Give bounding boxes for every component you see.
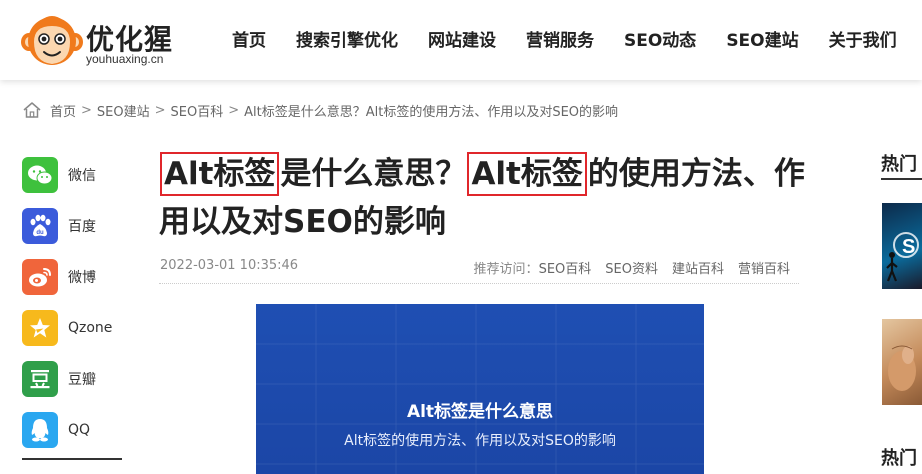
svg-text:S: S (902, 236, 915, 258)
share-label: 微博 (68, 269, 96, 286)
tag-link[interactable]: 营销百科 (738, 258, 790, 277)
wechat-icon (22, 156, 58, 193)
nav-web-build[interactable]: 网站建设 (428, 28, 496, 54)
nav-marketing[interactable]: 营销服务 (526, 28, 594, 54)
feature-subtitle: Alt标签的使用方法、作用以及对SEO的影响 (344, 433, 616, 449)
weibo-icon (22, 258, 58, 295)
monkey-logo-icon (21, 16, 83, 65)
hand-image (888, 345, 916, 391)
hot-article-thumbnail[interactable]: S (882, 203, 922, 289)
nav-about[interactable]: 关于我们 (829, 28, 897, 54)
share-label: 微信 (68, 167, 96, 184)
share-qq[interactable]: QQ (22, 404, 122, 455)
title-highlight-alt-tag: Alt标签 (467, 152, 587, 196)
nav-home[interactable]: 首页 (232, 28, 266, 54)
nav-seo-news[interactable]: SEO动态 (624, 28, 696, 54)
nav-seo-site[interactable]: SEO建站 (726, 28, 798, 54)
tag-link[interactable]: SEO百科 (539, 258, 592, 277)
recommend-label: 推荐访问： (473, 262, 539, 277)
site-logo[interactable]: 优化猩 youhuaxing.cn (20, 12, 180, 70)
recommend-tags: 推荐访问： SEO百科 SEO资料 建站百科 营销百科 (474, 258, 790, 277)
breadcrumb-home[interactable]: 首页 (50, 101, 76, 120)
hot-section-title: 热门 (881, 448, 917, 469)
main-nav: 首页 搜索引擎优化 网站建设 营销服务 SEO动态 SEO建站 关于我们 (232, 28, 922, 54)
logo-text-en: youhuaxing.cn (86, 52, 164, 66)
divider (22, 458, 122, 460)
share-sidebar: 微信 du 百度 微博 Qzone 豆瓣 QQ (22, 149, 122, 455)
share-label: 豆瓣 (68, 371, 96, 388)
share-label: Qzone (68, 319, 113, 336)
baidu-icon: du (22, 207, 58, 244)
home-icon (23, 102, 41, 118)
hot-section-title: 热门 (881, 154, 917, 175)
feature-title: Alt标签是什么意思 (406, 402, 554, 422)
hot-article-thumbnail[interactable] (882, 319, 922, 405)
article-meta: 2022-03-01 10:35:46 推荐访问： SEO百科 SEO资料 建站… (159, 258, 799, 284)
breadcrumb-separator: > (81, 102, 92, 118)
publish-date: 2022-03-01 10:35:46 (160, 258, 299, 273)
svg-text:du: du (36, 230, 44, 236)
qq-icon (22, 411, 58, 448)
divider (881, 178, 922, 180)
share-weibo[interactable]: 微博 (22, 251, 122, 302)
share-label: 百度 (68, 218, 96, 235)
title-highlight-alt-tag: Alt标签 (160, 152, 280, 196)
breadcrumb-seo-site[interactable]: SEO建站 (97, 101, 150, 120)
share-douban[interactable]: 豆瓣 (22, 353, 122, 404)
share-wechat[interactable]: 微信 (22, 149, 122, 200)
breadcrumb-separator: > (228, 102, 240, 118)
site-header: 优化猩 youhuaxing.cn 首页 搜索引擎优化 网站建设 营销服务 SE… (0, 0, 922, 80)
share-baidu[interactable]: du 百度 (22, 200, 122, 251)
share-label: QQ (68, 421, 91, 438)
title-segment: 是什么意思？ (280, 156, 467, 192)
article-feature-image: Alt标签是什么意思 Alt标签的使用方法、作用以及对SEO的影响 (256, 304, 704, 474)
breadcrumb-current: Alt标签是什么意思？Alt标签的使用方法、作用以及对SEO的影响 (244, 104, 619, 120)
nav-seo[interactable]: 搜索引擎优化 (296, 28, 398, 54)
breadcrumb-seo-wiki[interactable]: SEO百科 (171, 101, 224, 120)
breadcrumb: 首页 > SEO建站 > SEO百科 > Alt标签是什么意思？Alt标签的使用… (22, 100, 618, 120)
tag-link[interactable]: SEO资料 (605, 258, 658, 277)
article-title: Alt标签 是什么意思？ Alt标签 的使用方法、作用以及对SEO的影响 (159, 150, 809, 246)
douban-icon (22, 360, 58, 397)
breadcrumb-separator: > (154, 102, 166, 118)
share-sidebar-bottom (22, 458, 122, 474)
tag-link[interactable]: 建站百科 (672, 258, 724, 277)
seo-figure-image: S (886, 232, 919, 282)
share-qzone[interactable]: Qzone (22, 302, 122, 353)
qzone-icon (22, 309, 58, 346)
